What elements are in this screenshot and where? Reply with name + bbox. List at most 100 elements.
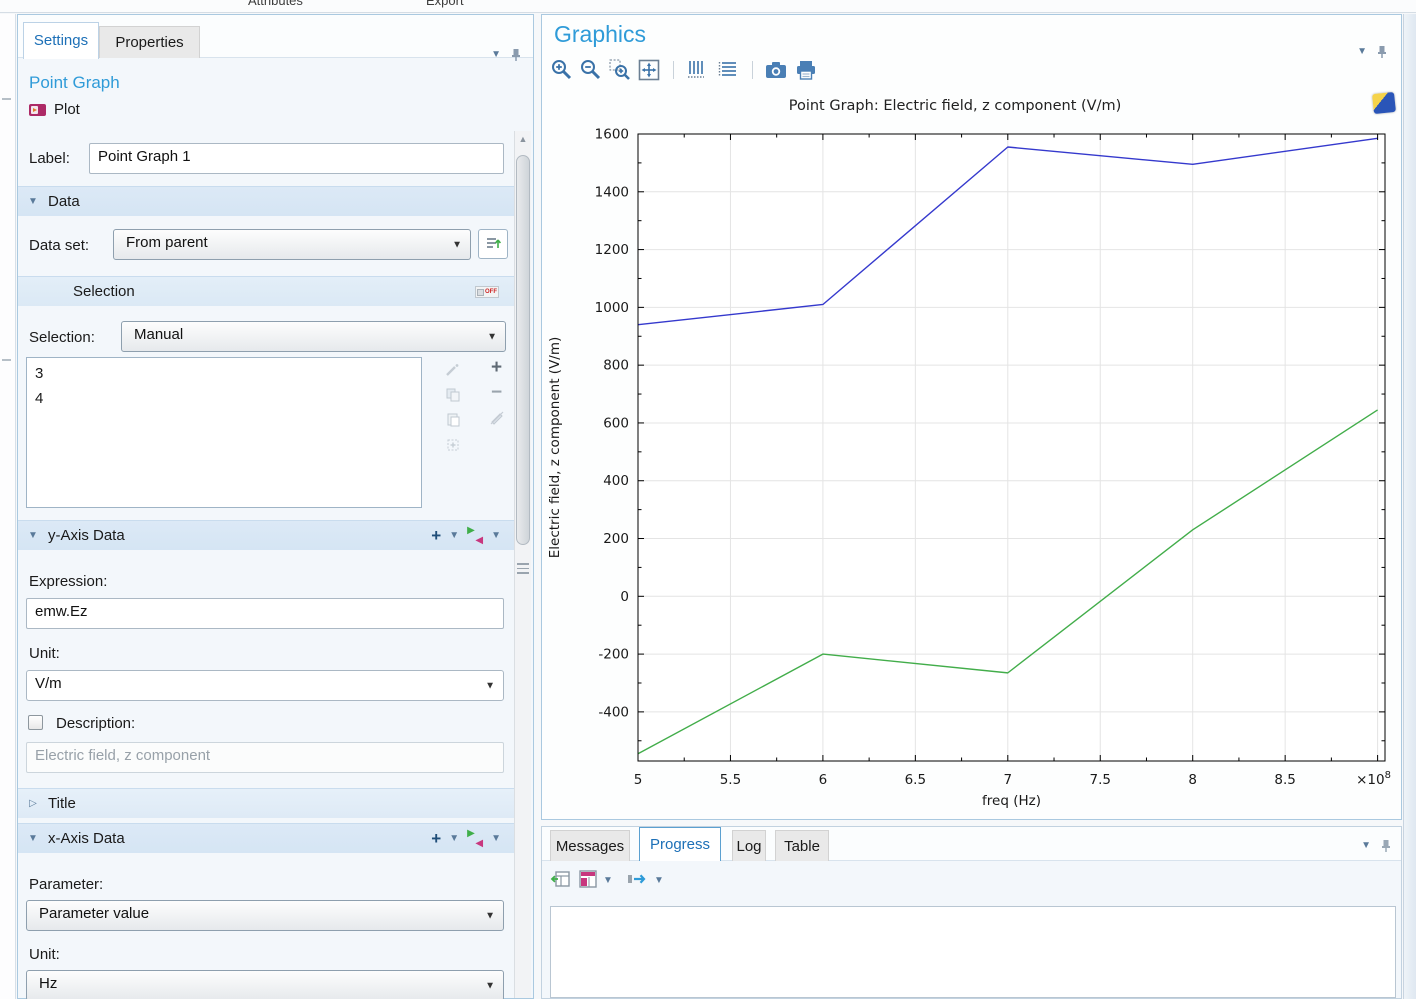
collapse-triangle-icon: ▼	[28, 833, 38, 844]
pin-icon[interactable]	[1377, 45, 1387, 59]
ribbon-strip: Attributes Export	[0, 0, 1416, 13]
node-title: Point Graph	[29, 73, 120, 92]
goto-dataset-button[interactable]	[478, 229, 508, 259]
add-to-selection-icon[interactable]: +	[488, 358, 505, 377]
sidebar-strip-mark	[2, 359, 11, 361]
dataset-label: Data set:	[29, 237, 90, 254]
svg-text:6: 6	[819, 772, 828, 788]
pin-icon[interactable]	[1381, 839, 1391, 853]
pin-icon[interactable]	[511, 48, 521, 62]
tab-settings-label: Settings	[33, 32, 89, 49]
splitter-grip-icon[interactable]	[517, 563, 529, 574]
chevron-down-icon[interactable]: ▼	[491, 833, 501, 844]
section-header-selection[interactable]: Selection OFF	[18, 276, 515, 306]
replace-expression-icon[interactable]: ▶ ◀	[467, 828, 483, 849]
section-header-x-axis[interactable]: ▼ x-Axis Data + ▼ ▶ ◀ ▼	[18, 823, 515, 853]
activate-selection-icon[interactable]	[444, 361, 461, 378]
svg-text:200: 200	[603, 531, 629, 547]
graphics-controls: ▼	[1357, 45, 1387, 59]
tab-progress[interactable]: Progress	[639, 827, 721, 861]
section-x-axis-title: x-Axis Data	[48, 830, 125, 847]
svg-text:1400: 1400	[595, 184, 629, 200]
selection-combobox-value: Manual	[134, 326, 184, 343]
collapsed-sidebar-strip[interactable]	[0, 14, 16, 999]
svg-text:Electric field, z component (V: Electric field, z component (V/m)	[547, 337, 563, 559]
selection-listbox[interactable]: 3 4	[26, 357, 422, 508]
svg-text:8.5: 8.5	[1274, 772, 1295, 788]
remove-from-selection-icon[interactable]: −	[488, 383, 505, 402]
collapse-triangle-icon: ▼	[28, 530, 38, 541]
plot-button[interactable]: Plot	[29, 101, 80, 118]
panel-menu-chevron-down-icon[interactable]: ▼	[1357, 47, 1367, 57]
ribbon-group-export: Export	[426, 0, 464, 8]
svg-text:5.5: 5.5	[720, 772, 741, 788]
graphics-panel: Graphics ▼ Point Graph: Electric field, …	[541, 14, 1402, 820]
dataset-combobox[interactable]: From parent ▼	[113, 229, 471, 260]
clear-selection-icon[interactable]	[488, 409, 505, 426]
svg-text:7.5: 7.5	[1090, 772, 1111, 788]
unit-combobox[interactable]: V/m ▼	[26, 670, 504, 701]
copy-selection-icon[interactable]	[444, 386, 461, 403]
add-expression-icon[interactable]: +	[431, 830, 441, 847]
selection-toggle-label: OFF	[485, 289, 497, 295]
svg-text:6.5: 6.5	[905, 772, 926, 788]
selection-addremove-column: + −	[488, 358, 505, 426]
zoom-to-selection-icon[interactable]	[444, 436, 461, 453]
section-header-y-axis[interactable]: ▼ y-Axis Data + ▼ ▶ ◀ ▼	[18, 520, 515, 550]
section-header-title[interactable]: ▷ Title	[18, 788, 515, 818]
scroll-up-icon[interactable]: ▲	[515, 131, 531, 148]
selection-list-item[interactable]: 4	[35, 386, 413, 411]
progress-table-icon[interactable]	[578, 869, 598, 889]
dock-table-icon[interactable]	[550, 869, 572, 889]
paste-selection-icon[interactable]	[444, 411, 461, 428]
parameter-combobox[interactable]: Parameter value ▼	[26, 900, 504, 931]
chevron-down-icon[interactable]: ▼	[449, 833, 459, 844]
comsol-window: Attributes Export Settings Properties ▼ …	[0, 0, 1416, 999]
label-field-label: Label:	[29, 150, 70, 167]
tab-messages[interactable]: Messages	[550, 830, 630, 861]
chevron-down-icon[interactable]: ▼	[603, 876, 613, 886]
point-graph-chart[interactable]: 5 5.5 6 6.5 7 7.5 8 8.5 -400 -200 0 200 400 600 800 100…	[542, 15, 1403, 821]
svg-text:1600: 1600	[595, 127, 629, 143]
selection-toggle-off[interactable]: OFF	[475, 286, 499, 298]
x-unit-combobox-value: Hz	[39, 975, 58, 992]
collapse-triangle-icon: ▼	[28, 196, 38, 207]
chevron-down-icon: ▼	[485, 680, 495, 691]
panel-menu-chevron-down-icon[interactable]: ▼	[491, 50, 501, 60]
label-field-input[interactable]: Point Graph 1	[89, 143, 504, 174]
dataset-combobox-value: From parent	[126, 234, 208, 251]
add-expression-icon[interactable]: +	[431, 527, 441, 544]
section-header-data[interactable]: ▼ Data	[18, 186, 515, 216]
selection-combobox[interactable]: Manual ▼	[121, 321, 506, 352]
svg-text:1000: 1000	[595, 300, 629, 316]
information-tabbar: Messages Progress Log Table ▼	[542, 827, 1401, 861]
chevron-down-icon[interactable]: ▼	[654, 876, 664, 886]
svg-text:400: 400	[603, 473, 629, 489]
tab-messages-label: Messages	[555, 838, 625, 855]
tab-table-label: Table	[784, 838, 820, 855]
panel-menu-chevron-down-icon[interactable]: ▼	[1361, 841, 1371, 851]
replace-expression-icon[interactable]: ▶ ◀	[467, 525, 483, 546]
x-unit-combobox[interactable]: Hz ▼	[26, 970, 504, 999]
tab-table[interactable]: Table	[775, 830, 829, 861]
expression-label: Expression:	[29, 573, 108, 590]
parameter-label: Parameter:	[29, 876, 104, 893]
chevron-down-icon[interactable]: ▼	[449, 530, 459, 541]
expression-input[interactable]: emw.Ez	[26, 598, 504, 629]
selection-label: Selection:	[29, 329, 95, 346]
description-input[interactable]: Electric field, z component	[26, 742, 504, 773]
scrollbar-thumb[interactable]	[516, 155, 530, 545]
selection-list-item[interactable]: 3	[35, 361, 413, 386]
section-selection-title: Selection	[73, 283, 135, 300]
ribbon-group-attributes: Attributes	[248, 0, 303, 8]
tab-properties[interactable]: Properties	[99, 26, 200, 58]
progress-content	[550, 906, 1396, 998]
tab-log[interactable]: Log	[732, 830, 766, 861]
tab-progress-label: Progress	[649, 836, 711, 853]
tab-settings[interactable]: Settings	[23, 22, 99, 59]
move-progress-icon[interactable]	[626, 869, 650, 889]
chevron-down-icon: ▼	[485, 980, 495, 991]
chevron-down-icon[interactable]: ▼	[491, 530, 501, 541]
settings-scrollbar[interactable]: ▲	[514, 131, 531, 998]
description-checkbox[interactable]	[28, 715, 43, 730]
